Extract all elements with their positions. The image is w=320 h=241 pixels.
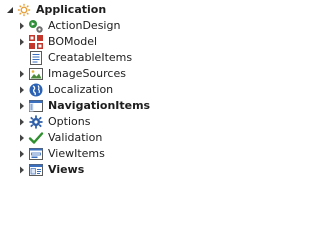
tree-node-label: Application <box>36 3 107 16</box>
navigation-icon <box>28 98 44 114</box>
tree-node-validation[interactable]: Validation <box>16 130 103 146</box>
collapsed-arrow-icon[interactable] <box>16 66 28 82</box>
tree-node-label: Validation <box>48 131 103 144</box>
collapsed-arrow-icon[interactable] <box>16 34 28 50</box>
image-icon <box>28 66 44 82</box>
tree-node-actiondesign[interactable]: ActionDesign <box>16 18 121 34</box>
model-tree: Application ActionDesign BOModel Creatab… <box>0 0 300 241</box>
view-items-icon <box>28 146 44 162</box>
bo-model-icon <box>28 34 44 50</box>
collapsed-arrow-icon[interactable] <box>16 130 28 146</box>
tree-node-navigationitems[interactable]: NavigationItems <box>16 98 151 114</box>
tree-node-label: Views <box>48 163 85 176</box>
tree-node-label: CreatableItems <box>48 51 133 64</box>
tree-node-label: NavigationItems <box>48 99 151 112</box>
tree-node-imagesources[interactable]: ImageSources <box>16 66 127 82</box>
tree-node-views[interactable]: Views <box>16 162 85 178</box>
collapsed-arrow-icon[interactable] <box>16 114 28 130</box>
tree-node-options[interactable]: Options <box>16 114 91 130</box>
actions-icon <box>28 18 44 34</box>
no-arrow-spacer <box>16 50 28 66</box>
tree-node-label: ViewItems <box>48 147 105 160</box>
tree-node-label: ActionDesign <box>48 19 121 32</box>
collapsed-arrow-icon[interactable] <box>16 98 28 114</box>
tree-node-label: Options <box>48 115 91 128</box>
collapsed-arrow-icon[interactable] <box>16 162 28 178</box>
globe-icon <box>28 82 44 98</box>
tree-node-label: Localization <box>48 83 114 96</box>
views-icon <box>28 162 44 178</box>
collapsed-arrow-icon[interactable] <box>16 82 28 98</box>
expanded-arrow-icon[interactable] <box>4 2 16 18</box>
tree-node-label: ImageSources <box>48 67 126 80</box>
tree-node-creatableitems[interactable]: CreatableItems <box>16 50 133 66</box>
checkmark-icon <box>28 130 44 146</box>
gear-icon <box>16 2 32 18</box>
tree-node-viewitems[interactable]: ViewItems <box>16 146 106 162</box>
gear-icon <box>28 114 44 130</box>
collapsed-arrow-icon[interactable] <box>16 146 28 162</box>
tree-node-label: BOModel <box>48 35 98 48</box>
tree-node-localization[interactable]: Localization <box>16 82 114 98</box>
list-document-icon <box>28 50 44 66</box>
tree-node-bomodel[interactable]: BOModel <box>16 34 98 50</box>
collapsed-arrow-icon[interactable] <box>16 18 28 34</box>
tree-node-application[interactable]: Application <box>4 2 107 18</box>
